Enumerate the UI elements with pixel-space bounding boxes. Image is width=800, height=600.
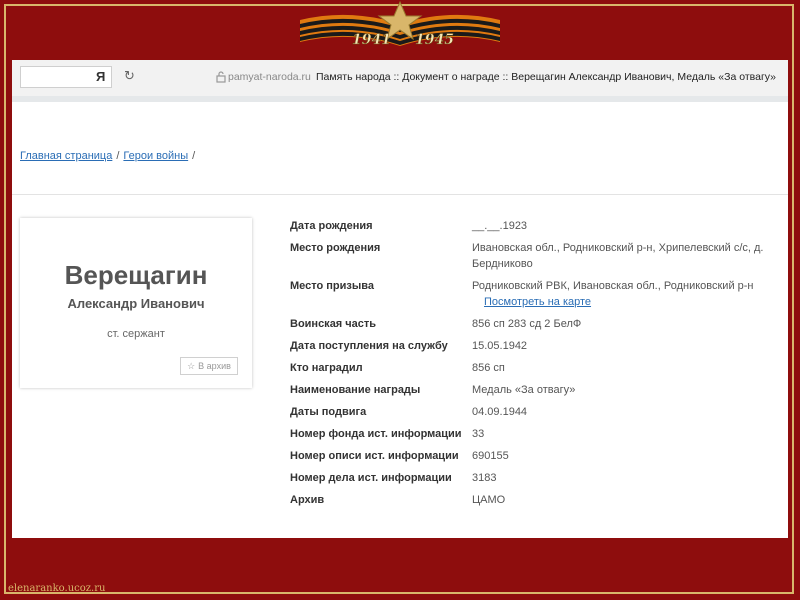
lock-icon — [216, 71, 226, 83]
detail-value: 15.05.1942 — [472, 340, 528, 352]
detail-value: 690155 — [472, 450, 509, 462]
victory-banner: 1941 1945 — [300, 0, 500, 48]
breadcrumb-separator: / — [192, 150, 196, 162]
site-nav-strip — [12, 96, 788, 102]
year-start: 1941 — [352, 32, 391, 48]
star-outline-icon: ☆ — [187, 360, 196, 371]
detail-label: Дата поступления на службу — [290, 340, 448, 352]
year-end: 1945 — [415, 32, 454, 48]
detail-row: Дата поступления на службу 15.05.1942 — [290, 338, 780, 354]
detail-row: Номер фонда ист. информации 33 — [290, 426, 780, 442]
detail-row: Наименование награды Медаль «За отвагу» — [290, 382, 780, 398]
browser-toolbar: Я ↻ pamyat-naroda.ru Память народа :: До… — [12, 60, 788, 97]
detail-label: Номер фонда ист. информации — [290, 428, 462, 440]
detail-label: Даты подвига — [290, 406, 367, 418]
detail-value-with-link: Родниковский РВК, Ивановская обл., Родни… — [472, 278, 780, 310]
detail-label: Дата рождения — [290, 220, 373, 232]
address-url[interactable]: pamyat-naroda.ru — [228, 71, 311, 83]
detail-label: Кто наградил — [290, 362, 363, 374]
detail-label: Место рождения — [290, 242, 381, 254]
archive-button-label: В архив — [198, 361, 231, 371]
detail-value: 856 сп 283 сд 2 БелФ — [472, 318, 582, 330]
detail-label: Номер описи ист. информации — [290, 450, 459, 462]
detail-label: Воинская часть — [290, 318, 377, 330]
show-on-map-link[interactable]: Посмотреть на карте — [484, 294, 780, 310]
reload-icon[interactable]: ↻ — [124, 69, 135, 84]
screenshot-page: Я ↻ pamyat-naroda.ru Память народа :: До… — [12, 60, 788, 538]
detail-value: Родниковский РВК, Ивановская обл., Родни… — [472, 280, 754, 292]
detail-row: Номер дела ист. информации 3183 — [290, 470, 780, 486]
person-rank: ст. сержант — [107, 328, 165, 340]
detail-value: __.__.1923 — [472, 220, 528, 232]
breadcrumb: Главная страница / Герои войны / — [20, 150, 199, 162]
detail-value: Медаль «За отвагу» — [472, 384, 576, 396]
detail-value: 3183 — [472, 472, 497, 484]
detail-value: Ивановская обл., Родниковский р-н, Хрипе… — [472, 242, 764, 270]
person-card: Верещагин Александр Иванович ст. сержант… — [20, 218, 252, 388]
detail-label: Номер дела ист. информации — [290, 472, 452, 484]
detail-label: Место призыва — [290, 280, 374, 292]
detail-row: Место рождения Ивановская обл., Родников… — [290, 240, 780, 272]
divider — [12, 194, 788, 195]
detail-row: Номер описи ист. информации 690155 — [290, 448, 780, 464]
detail-row: Кто наградил 856 сп — [290, 360, 780, 376]
award-details: Дата рождения __.__.1923 Место рождения … — [290, 218, 780, 514]
breadcrumb-separator: / — [116, 150, 120, 162]
person-given-names: Александр Иванович — [67, 296, 205, 311]
detail-row: Дата рождения __.__.1923 — [290, 218, 780, 234]
add-to-archive-button[interactable]: ☆ В архив — [180, 357, 238, 375]
yandex-icon[interactable]: Я — [96, 69, 105, 84]
page-title: Память народа :: Документ о награде :: В… — [316, 71, 776, 83]
breadcrumb-home-link[interactable]: Главная страница — [20, 150, 112, 162]
detail-value: 04.09.1944 — [472, 406, 528, 418]
person-surname: Верещагин — [64, 260, 208, 290]
source-site-label: elenaranko.ucoz.ru — [8, 583, 106, 594]
detail-label: Наименование награды — [290, 384, 421, 396]
detail-row: Воинская часть 856 сп 283 сд 2 БелФ — [290, 316, 780, 332]
detail-row: Даты подвига 04.09.1944 — [290, 404, 780, 420]
breadcrumb-heroes-link[interactable]: Герои войны — [123, 150, 188, 162]
detail-label: Архив — [290, 494, 325, 506]
detail-value: 856 сп — [472, 362, 505, 374]
detail-value: 33 — [472, 428, 485, 440]
detail-row: Место призыва Родниковский РВК, Ивановск… — [290, 278, 780, 310]
detail-value: ЦАМО — [472, 494, 506, 506]
detail-row: Архив ЦАМО — [290, 492, 780, 508]
